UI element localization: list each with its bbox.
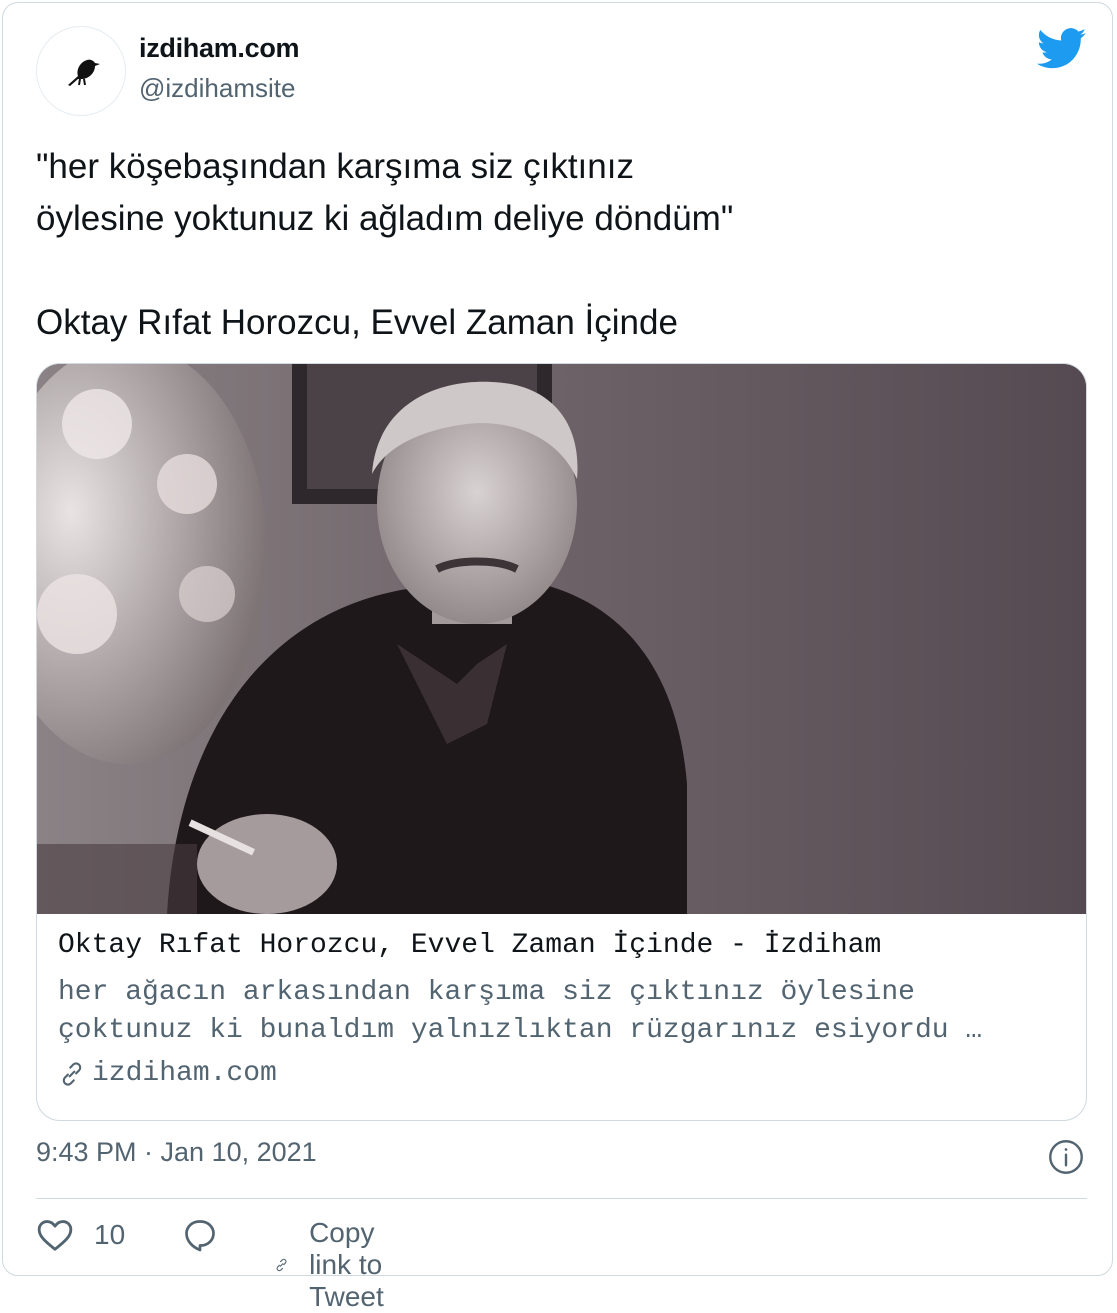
tweet-card: izdiham.com @izdihamsite "her köşebaşınd… — [2, 2, 1113, 1312]
link-preview-domain-row: izdiham.com — [58, 1058, 277, 1089]
link-preview-domain: izdiham.com — [92, 1058, 277, 1089]
divider — [36, 1198, 1087, 1199]
author-display-name[interactable]: izdiham.com — [139, 33, 300, 64]
reply-bubble-icon — [185, 1220, 215, 1252]
link-preview-description: her ağacın arkasından karşıma siz çıktın… — [58, 977, 983, 1046]
link-preview-image — [37, 364, 1086, 914]
crow-icon — [68, 59, 100, 86]
info-icon[interactable] — [1048, 1139, 1084, 1175]
tweet-timestamp[interactable]: 9:43 PM · Jan 10, 2021 — [36, 1137, 317, 1168]
link-preview-card[interactable]: Oktay Rıfat Horozcu, Evvel Zaman İçinde … — [36, 363, 1087, 1121]
reply-button[interactable] — [181, 1217, 219, 1253]
copy-link-label: Copy link to Tweet — [309, 1217, 384, 1312]
tweet-text: "her köşebaşından karşıma siz çıktınız ö… — [36, 147, 734, 342]
link-icon — [276, 1258, 287, 1272]
author-handle[interactable]: @izdihamsite — [139, 73, 295, 104]
heart-icon — [37, 1220, 73, 1251]
link-icon — [62, 1061, 82, 1086]
like-count: 10 — [94, 1219, 126, 1250]
copy-link-button[interactable]: Copy link to Tweet — [274, 1217, 405, 1313]
twitter-bird-icon[interactable] — [1037, 28, 1087, 70]
avatar[interactable] — [36, 26, 126, 116]
like-button[interactable]: 10 — [36, 1217, 125, 1253]
link-preview-title: Oktay Rıfat Horozcu, Evvel Zaman İçinde … — [58, 930, 882, 961]
